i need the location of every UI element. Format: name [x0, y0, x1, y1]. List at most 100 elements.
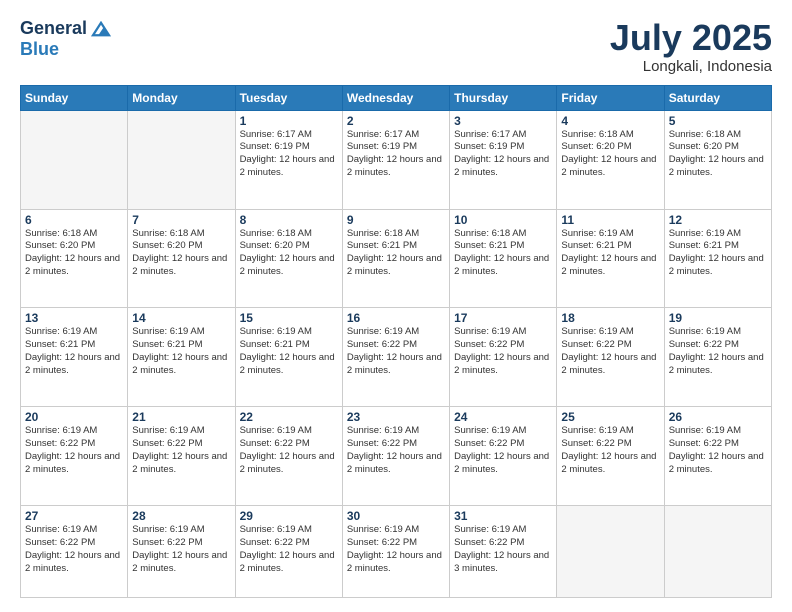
day-number: 10: [454, 213, 552, 227]
day-number: 29: [240, 509, 338, 523]
table-row: 13Sunrise: 6:19 AM Sunset: 6:21 PM Dayli…: [21, 308, 128, 407]
day-info: Sunrise: 6:18 AM Sunset: 6:20 PM Dayligh…: [669, 129, 767, 180]
day-info: Sunrise: 6:19 AM Sunset: 6:22 PM Dayligh…: [25, 425, 123, 476]
day-info: Sunrise: 6:19 AM Sunset: 6:22 PM Dayligh…: [561, 326, 659, 377]
day-number: 19: [669, 311, 767, 325]
col-friday: Friday: [557, 85, 664, 110]
table-row: 19Sunrise: 6:19 AM Sunset: 6:22 PM Dayli…: [664, 308, 771, 407]
day-info: Sunrise: 6:19 AM Sunset: 6:22 PM Dayligh…: [25, 524, 123, 575]
table-row: [557, 506, 664, 598]
day-info: Sunrise: 6:19 AM Sunset: 6:22 PM Dayligh…: [347, 524, 445, 575]
day-number: 26: [669, 410, 767, 424]
day-number: 9: [347, 213, 445, 227]
calendar-week-row: 27Sunrise: 6:19 AM Sunset: 6:22 PM Dayli…: [21, 506, 772, 598]
title-block: July 2025 Longkali, Indonesia: [610, 18, 772, 75]
col-wednesday: Wednesday: [342, 85, 449, 110]
table-row: 9Sunrise: 6:18 AM Sunset: 6:21 PM Daylig…: [342, 209, 449, 308]
day-info: Sunrise: 6:19 AM Sunset: 6:22 PM Dayligh…: [347, 425, 445, 476]
day-number: 3: [454, 114, 552, 128]
day-info: Sunrise: 6:17 AM Sunset: 6:19 PM Dayligh…: [347, 129, 445, 180]
day-number: 31: [454, 509, 552, 523]
day-info: Sunrise: 6:19 AM Sunset: 6:22 PM Dayligh…: [132, 524, 230, 575]
table-row: [664, 506, 771, 598]
day-number: 24: [454, 410, 552, 424]
day-info: Sunrise: 6:18 AM Sunset: 6:20 PM Dayligh…: [240, 228, 338, 279]
day-info: Sunrise: 6:18 AM Sunset: 6:20 PM Dayligh…: [132, 228, 230, 279]
day-number: 2: [347, 114, 445, 128]
day-info: Sunrise: 6:19 AM Sunset: 6:22 PM Dayligh…: [454, 524, 552, 575]
table-row: 21Sunrise: 6:19 AM Sunset: 6:22 PM Dayli…: [128, 407, 235, 506]
table-row: 14Sunrise: 6:19 AM Sunset: 6:21 PM Dayli…: [128, 308, 235, 407]
table-row: 31Sunrise: 6:19 AM Sunset: 6:22 PM Dayli…: [450, 506, 557, 598]
table-row: 26Sunrise: 6:19 AM Sunset: 6:22 PM Dayli…: [664, 407, 771, 506]
table-row: [21, 110, 128, 209]
calendar-week-row: 13Sunrise: 6:19 AM Sunset: 6:21 PM Dayli…: [21, 308, 772, 407]
day-number: 20: [25, 410, 123, 424]
location: Longkali, Indonesia: [610, 58, 772, 75]
col-monday: Monday: [128, 85, 235, 110]
calendar-week-row: 1Sunrise: 6:17 AM Sunset: 6:19 PM Daylig…: [21, 110, 772, 209]
table-row: 11Sunrise: 6:19 AM Sunset: 6:21 PM Dayli…: [557, 209, 664, 308]
day-info: Sunrise: 6:19 AM Sunset: 6:22 PM Dayligh…: [132, 425, 230, 476]
table-row: 28Sunrise: 6:19 AM Sunset: 6:22 PM Dayli…: [128, 506, 235, 598]
day-info: Sunrise: 6:18 AM Sunset: 6:21 PM Dayligh…: [347, 228, 445, 279]
day-number: 27: [25, 509, 123, 523]
day-info: Sunrise: 6:18 AM Sunset: 6:21 PM Dayligh…: [454, 228, 552, 279]
table-row: 1Sunrise: 6:17 AM Sunset: 6:19 PM Daylig…: [235, 110, 342, 209]
day-number: 18: [561, 311, 659, 325]
day-info: Sunrise: 6:17 AM Sunset: 6:19 PM Dayligh…: [240, 129, 338, 180]
table-row: 17Sunrise: 6:19 AM Sunset: 6:22 PM Dayli…: [450, 308, 557, 407]
day-info: Sunrise: 6:19 AM Sunset: 6:22 PM Dayligh…: [240, 425, 338, 476]
table-row: 24Sunrise: 6:19 AM Sunset: 6:22 PM Dayli…: [450, 407, 557, 506]
table-row: 8Sunrise: 6:18 AM Sunset: 6:20 PM Daylig…: [235, 209, 342, 308]
day-info: Sunrise: 6:19 AM Sunset: 6:21 PM Dayligh…: [561, 228, 659, 279]
col-sunday: Sunday: [21, 85, 128, 110]
table-row: 12Sunrise: 6:19 AM Sunset: 6:21 PM Dayli…: [664, 209, 771, 308]
day-info: Sunrise: 6:19 AM Sunset: 6:21 PM Dayligh…: [669, 228, 767, 279]
day-number: 17: [454, 311, 552, 325]
col-tuesday: Tuesday: [235, 85, 342, 110]
day-number: 28: [132, 509, 230, 523]
day-number: 25: [561, 410, 659, 424]
day-info: Sunrise: 6:19 AM Sunset: 6:21 PM Dayligh…: [132, 326, 230, 377]
day-number: 23: [347, 410, 445, 424]
calendar-page: General Blue July 2025 Longkali, Indones…: [0, 0, 792, 612]
day-info: Sunrise: 6:18 AM Sunset: 6:20 PM Dayligh…: [25, 228, 123, 279]
table-row: 4Sunrise: 6:18 AM Sunset: 6:20 PM Daylig…: [557, 110, 664, 209]
day-info: Sunrise: 6:19 AM Sunset: 6:21 PM Dayligh…: [240, 326, 338, 377]
table-row: 22Sunrise: 6:19 AM Sunset: 6:22 PM Dayli…: [235, 407, 342, 506]
day-info: Sunrise: 6:18 AM Sunset: 6:20 PM Dayligh…: [561, 129, 659, 180]
table-row: 25Sunrise: 6:19 AM Sunset: 6:22 PM Dayli…: [557, 407, 664, 506]
day-info: Sunrise: 6:19 AM Sunset: 6:22 PM Dayligh…: [454, 326, 552, 377]
day-number: 21: [132, 410, 230, 424]
table-row: 18Sunrise: 6:19 AM Sunset: 6:22 PM Dayli…: [557, 308, 664, 407]
day-info: Sunrise: 6:19 AM Sunset: 6:22 PM Dayligh…: [669, 326, 767, 377]
day-number: 15: [240, 311, 338, 325]
day-info: Sunrise: 6:19 AM Sunset: 6:22 PM Dayligh…: [454, 425, 552, 476]
col-saturday: Saturday: [664, 85, 771, 110]
day-info: Sunrise: 6:19 AM Sunset: 6:22 PM Dayligh…: [561, 425, 659, 476]
day-number: 12: [669, 213, 767, 227]
table-row: 30Sunrise: 6:19 AM Sunset: 6:22 PM Dayli…: [342, 506, 449, 598]
table-row: 2Sunrise: 6:17 AM Sunset: 6:19 PM Daylig…: [342, 110, 449, 209]
calendar-header-row: Sunday Monday Tuesday Wednesday Thursday…: [21, 85, 772, 110]
table-row: 29Sunrise: 6:19 AM Sunset: 6:22 PM Dayli…: [235, 506, 342, 598]
day-info: Sunrise: 6:19 AM Sunset: 6:22 PM Dayligh…: [240, 524, 338, 575]
header: General Blue July 2025 Longkali, Indones…: [20, 18, 772, 75]
table-row: 5Sunrise: 6:18 AM Sunset: 6:20 PM Daylig…: [664, 110, 771, 209]
day-number: 16: [347, 311, 445, 325]
table-row: [128, 110, 235, 209]
day-number: 7: [132, 213, 230, 227]
day-number: 22: [240, 410, 338, 424]
table-row: 23Sunrise: 6:19 AM Sunset: 6:22 PM Dayli…: [342, 407, 449, 506]
day-number: 4: [561, 114, 659, 128]
logo: General Blue: [20, 18, 111, 60]
col-thursday: Thursday: [450, 85, 557, 110]
logo-general-text: General: [20, 18, 87, 39]
day-number: 11: [561, 213, 659, 227]
table-row: 15Sunrise: 6:19 AM Sunset: 6:21 PM Dayli…: [235, 308, 342, 407]
logo-blue-text: Blue: [20, 39, 59, 60]
table-row: 20Sunrise: 6:19 AM Sunset: 6:22 PM Dayli…: [21, 407, 128, 506]
day-info: Sunrise: 6:19 AM Sunset: 6:22 PM Dayligh…: [669, 425, 767, 476]
day-info: Sunrise: 6:17 AM Sunset: 6:19 PM Dayligh…: [454, 129, 552, 180]
